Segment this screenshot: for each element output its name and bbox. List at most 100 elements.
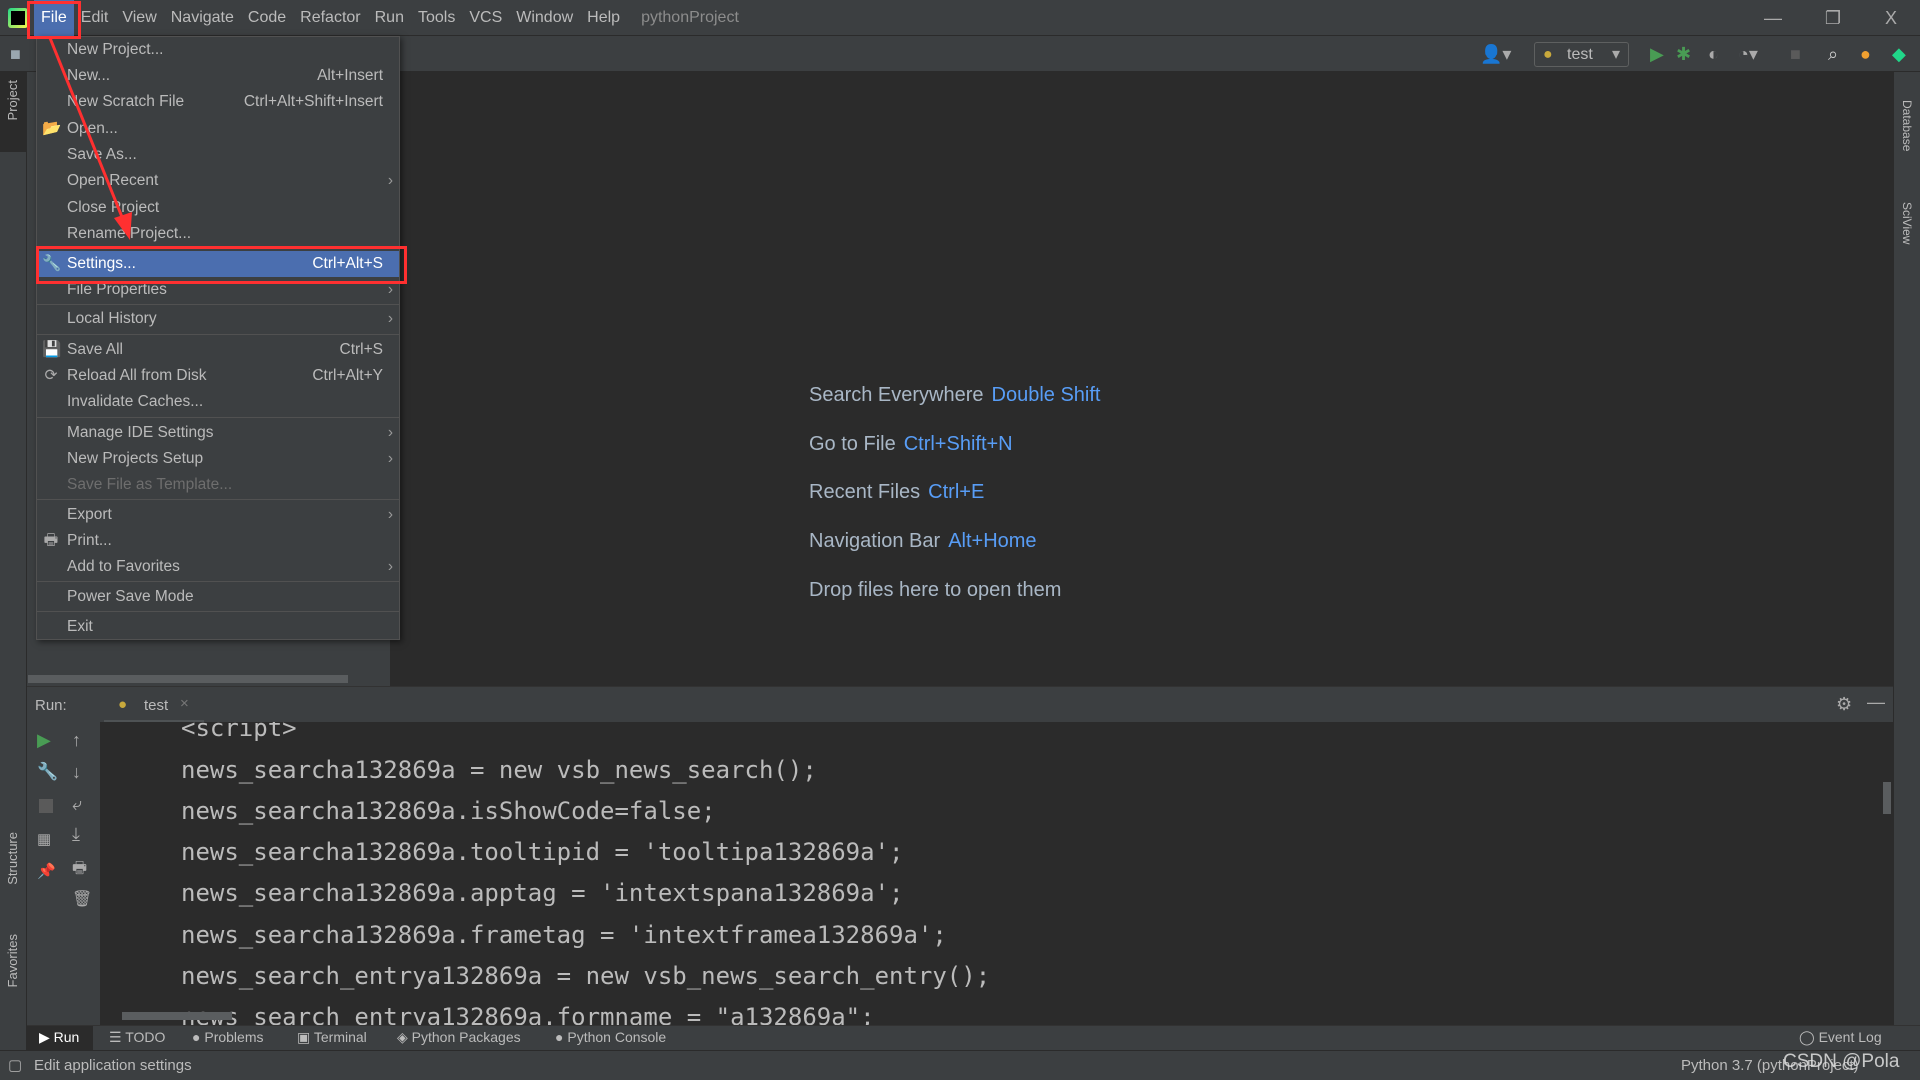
menu-help[interactable]: Help <box>580 0 627 36</box>
restore-button[interactable]: ❐ <box>1810 0 1856 36</box>
hint-recent-files: Recent Files Ctrl+E <box>809 481 985 503</box>
menu-refactor[interactable]: Refactor <box>293 0 367 36</box>
run-label: Run: <box>35 697 67 714</box>
editor-empty-state: Search Everywhere Double Shift Go to File… <box>390 72 1893 686</box>
hint-goto-file: Go to File Ctrl+Shift+N <box>809 433 1013 455</box>
chevron-down-icon: ▾ <box>1611 46 1620 63</box>
structure-tab[interactable]: Structure <box>5 832 20 885</box>
annotation-arrow-icon <box>48 37 132 240</box>
console-line: news_search_entrya132869a = new vsb_news… <box>181 962 991 990</box>
close-tab-icon[interactable]: × <box>180 695 189 712</box>
panel-toggle-icon[interactable]: ▢ <box>8 1056 22 1074</box>
tool-tab-run[interactable]: ▶ Run <box>27 1026 93 1051</box>
menu-item-local-history[interactable]: Local History › <box>37 306 399 332</box>
menu-item-invalidate-caches[interactable]: Invalidate Caches... <box>37 389 399 415</box>
chevron-right-icon: › <box>387 172 393 189</box>
minimize-button[interactable]: — <box>1750 0 1796 36</box>
down-arrow-icon[interactable]: ↓ <box>72 762 81 783</box>
menu-separator <box>37 334 399 335</box>
tool-tab-terminal[interactable]: ▣ Terminal <box>297 1029 367 1046</box>
event-log-button[interactable]: ◯ Event Log <box>1799 1029 1882 1046</box>
run-tab-test[interactable]: ● test × <box>104 687 204 723</box>
menu-tools[interactable]: Tools <box>411 0 462 36</box>
console-output[interactable]: <script> news_searcha132869a = new vsb_n… <box>100 722 1893 1025</box>
title-bar: File Edit View Navigate Code Refactor Ru… <box>0 0 1920 36</box>
console-line: news_searcha132869a.tooltipid = 'tooltip… <box>181 838 904 866</box>
sciview-tab[interactable]: SciView <box>1900 202 1914 244</box>
console-line: news_searcha132869a = new vsb_news_searc… <box>181 756 817 784</box>
gear-icon[interactable]: ⚙ <box>1836 694 1852 715</box>
menu-item-add-to-favorites[interactable]: Add to Favorites › <box>37 554 399 580</box>
database-tab[interactable]: Database <box>1900 100 1914 151</box>
menu-separator <box>37 611 399 612</box>
print-icon[interactable]: 🖶 <box>72 857 87 884</box>
status-message: Edit application settings <box>34 1057 192 1074</box>
rerun-icon[interactable]: ▶ <box>37 730 51 751</box>
run-config-selector[interactable]: ● test ▾ <box>1534 42 1629 67</box>
pin-icon[interactable]: 📌 <box>37 862 56 880</box>
tool-tab-todo[interactable]: ☰ TODO <box>109 1029 165 1046</box>
menu-separator <box>37 304 399 305</box>
console-line: news_searcha132869a.apptag = 'intextspan… <box>181 879 904 907</box>
console-line: <script> <box>181 722 297 742</box>
console-line: news_search_entrya132869a.formname = "a1… <box>181 1003 875 1025</box>
chevron-right-icon: › <box>387 450 393 467</box>
debug-icon[interactable]: ✱ <box>1676 44 1691 64</box>
chevron-right-icon: › <box>387 558 393 575</box>
menu-run[interactable]: Run <box>368 0 411 36</box>
horizontal-scrollbar[interactable] <box>122 1012 232 1020</box>
up-arrow-icon[interactable]: ↑ <box>72 730 81 751</box>
stop-icon[interactable] <box>39 799 53 813</box>
scroll-to-end-icon[interactable]: ⤓ <box>72 824 80 845</box>
horizontal-scrollbar[interactable] <box>28 675 348 683</box>
print-icon: 🖶 <box>43 532 59 549</box>
python-icon: ● <box>118 696 128 713</box>
menu-item-reload-all[interactable]: ⟳ Reload All from Disk Ctrl+Alt+Y <box>37 363 399 389</box>
tool-tab-python-console[interactable]: ● Python Console <box>555 1029 666 1045</box>
soft-wrap-icon[interactable]: ⤶ <box>72 794 82 815</box>
profile-icon[interactable]: ◔▾ <box>1738 44 1758 64</box>
status-bar: ▢ Edit application settings Python 3.7 (… <box>0 1050 1920 1080</box>
right-tool-strip: Database SciView <box>1893 72 1920 1050</box>
stop-icon[interactable]: ■ <box>1790 44 1801 64</box>
favorites-tab[interactable]: Favorites <box>5 934 20 987</box>
hint-navigation-bar: Navigation Bar Alt+Home <box>809 530 1037 552</box>
vcs-user-icon[interactable]: 👤▾ <box>1480 44 1511 64</box>
menu-item-export[interactable]: Export › <box>37 502 399 528</box>
vertical-scrollbar[interactable] <box>1883 782 1891 814</box>
menu-window[interactable]: Window <box>509 0 580 36</box>
menu-item-save-all[interactable]: 💾 Save All Ctrl+S <box>37 337 399 363</box>
coverage-icon[interactable]: ◐ <box>1708 44 1719 64</box>
menu-item-exit[interactable]: Exit <box>37 614 399 640</box>
search-icon[interactable]: ⌕ <box>1828 44 1838 64</box>
layout-icon[interactable]: ▦ <box>37 830 51 848</box>
menu-code[interactable]: Code <box>241 0 293 36</box>
trash-icon[interactable]: 🗑 <box>72 889 92 909</box>
jetbrains-toolbox-icon[interactable]: ◆ <box>1892 44 1906 64</box>
menu-item-power-save-mode[interactable]: Power Save Mode <box>37 584 399 610</box>
console-line: news_searcha132869a.isShowCode=false; <box>181 797 716 825</box>
tool-tab-python-packages[interactable]: ◈ Python Packages <box>397 1029 521 1046</box>
menu-item-print[interactable]: 🖶 Print... <box>37 528 399 554</box>
tool-window-bar: ▶ Run ☰ TODO ● Problems ▣ Terminal ◈ Pyt… <box>27 1025 1920 1051</box>
menu-item-new-projects-setup[interactable]: New Projects Setup › <box>37 446 399 472</box>
chevron-right-icon: › <box>387 310 393 327</box>
run-panel-header: Run: ● test × ⚙ — <box>27 686 1893 723</box>
console-line: news_searcha132869a.frametag = 'intextfr… <box>181 921 947 949</box>
wrench-icon[interactable]: 🔧 <box>37 762 58 782</box>
reload-icon: ⟳ <box>44 367 58 384</box>
menu-item-manage-ide-settings[interactable]: Manage IDE Settings › <box>37 420 399 446</box>
run-toolbar: ▶ 🔧 ▦ 📌 ↑ ↓ ⤶ ⤓ 🖶 🗑 <box>27 722 100 1025</box>
run-icon[interactable]: ▶ <box>1650 44 1664 64</box>
close-button[interactable]: X <box>1868 0 1914 36</box>
hint-search-everywhere: Search Everywhere Double Shift <box>809 384 1101 406</box>
tool-tab-problems[interactable]: ● Problems <box>192 1029 264 1045</box>
menu-item-save-file-as-template: Save File as Template... <box>67 476 233 493</box>
menu-vcs[interactable]: VCS <box>462 0 509 36</box>
menu-separator <box>37 417 399 418</box>
save-icon: 💾 <box>42 341 62 358</box>
hide-panel-icon[interactable]: — <box>1867 692 1885 713</box>
python-icon: ● <box>1543 46 1553 63</box>
update-icon[interactable]: ● <box>1860 44 1871 64</box>
hint-drop-files: Drop files here to open them <box>809 579 1062 601</box>
